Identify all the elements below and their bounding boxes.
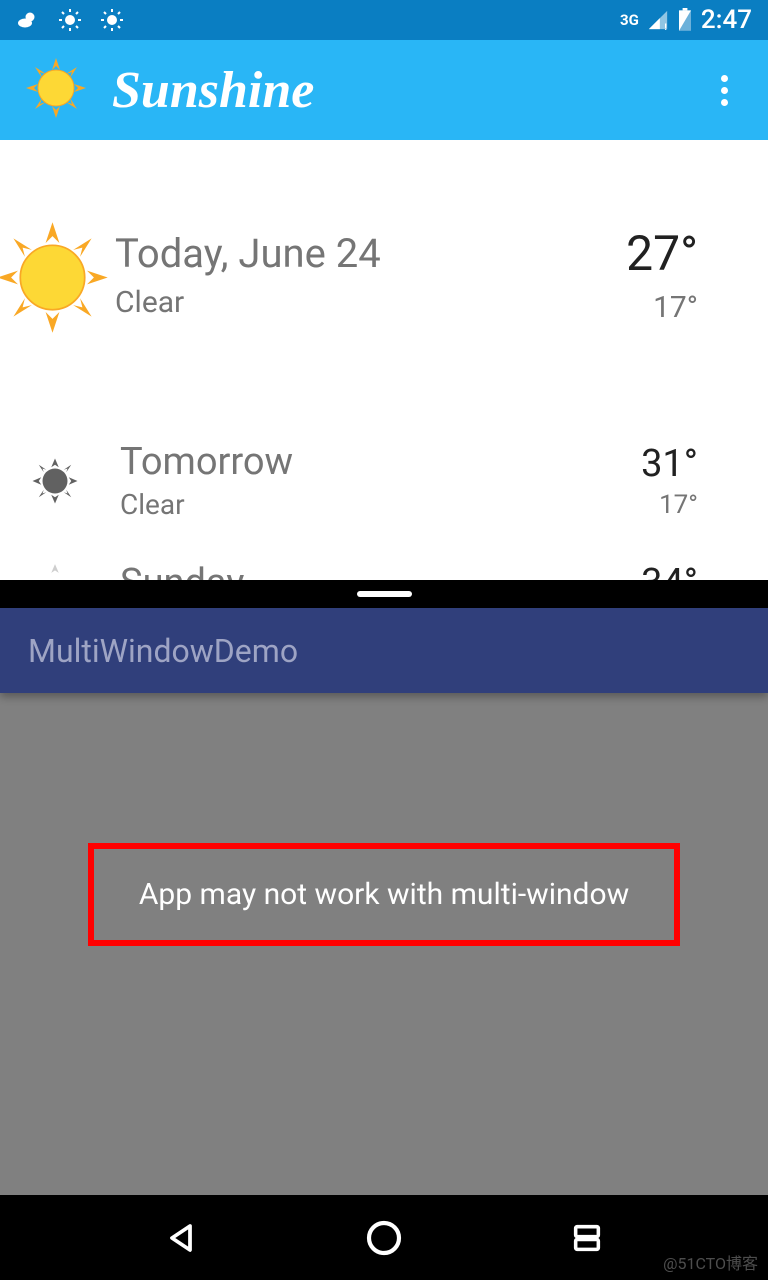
forecast-list[interactable]: Today, June 24 Clear 27° 17° Tomorrow Cl…: [0, 140, 768, 580]
forecast-high-temp: 34°: [641, 561, 698, 580]
drag-handle-icon: [357, 591, 412, 597]
forecast-low-temp: 17°: [641, 490, 698, 520]
bottom-app-window: MultiWindowDemo App may not work with mu…: [0, 608, 768, 1195]
signal-icon: !: [647, 9, 669, 31]
bottom-app-bar: MultiWindowDemo: [0, 608, 768, 693]
forecast-row-sunday[interactable]: Sunday 34°: [0, 551, 768, 580]
weather-clear-icon: [20, 561, 90, 580]
sun-icon: [58, 8, 82, 32]
split-screen-divider[interactable]: [0, 580, 768, 608]
svg-text:!: !: [664, 23, 666, 31]
watermark-text: @51CTO博客: [663, 1250, 758, 1274]
cloud-sun-icon: [16, 8, 40, 32]
today-forecast-card[interactable]: Today, June 24 Clear 27° 17°: [0, 140, 768, 410]
today-condition: Clear: [115, 285, 626, 320]
app-sun-icon: [24, 56, 88, 124]
today-date: Today, June 24: [115, 230, 626, 277]
navigation-bar: [0, 1195, 768, 1280]
forecast-condition: Clear: [120, 488, 641, 521]
today-low-temp: 17°: [626, 290, 698, 325]
forecast-high-temp: 31°: [641, 442, 698, 486]
network-3g-icon: 3G: [620, 11, 639, 29]
bottom-app-title: MultiWindowDemo: [28, 632, 298, 670]
recents-button[interactable]: [566, 1217, 608, 1259]
battery-icon: [677, 8, 693, 32]
today-high-temp: 27°: [626, 225, 698, 282]
app-bar: Sunshine: [0, 40, 768, 140]
forecast-day-label: Tomorrow: [120, 440, 641, 484]
status-bar: 3G ! 2:47: [0, 0, 768, 40]
toast-message: App may not work with multi-window: [139, 877, 629, 912]
sun-icon: [100, 8, 124, 32]
weather-clear-icon: [20, 456, 90, 506]
back-button[interactable]: [160, 1217, 202, 1259]
home-button[interactable]: [363, 1217, 405, 1259]
weather-sun-icon: [0, 220, 105, 330]
forecast-row-tomorrow[interactable]: Tomorrow Clear 31° 17°: [0, 410, 768, 551]
overflow-menu-button[interactable]: [704, 70, 744, 110]
forecast-day-label: Sunday: [120, 561, 641, 580]
app-title: Sunshine: [112, 61, 314, 120]
status-time: 2:47: [701, 5, 752, 35]
toast-highlight-box: App may not work with multi-window: [88, 843, 680, 946]
